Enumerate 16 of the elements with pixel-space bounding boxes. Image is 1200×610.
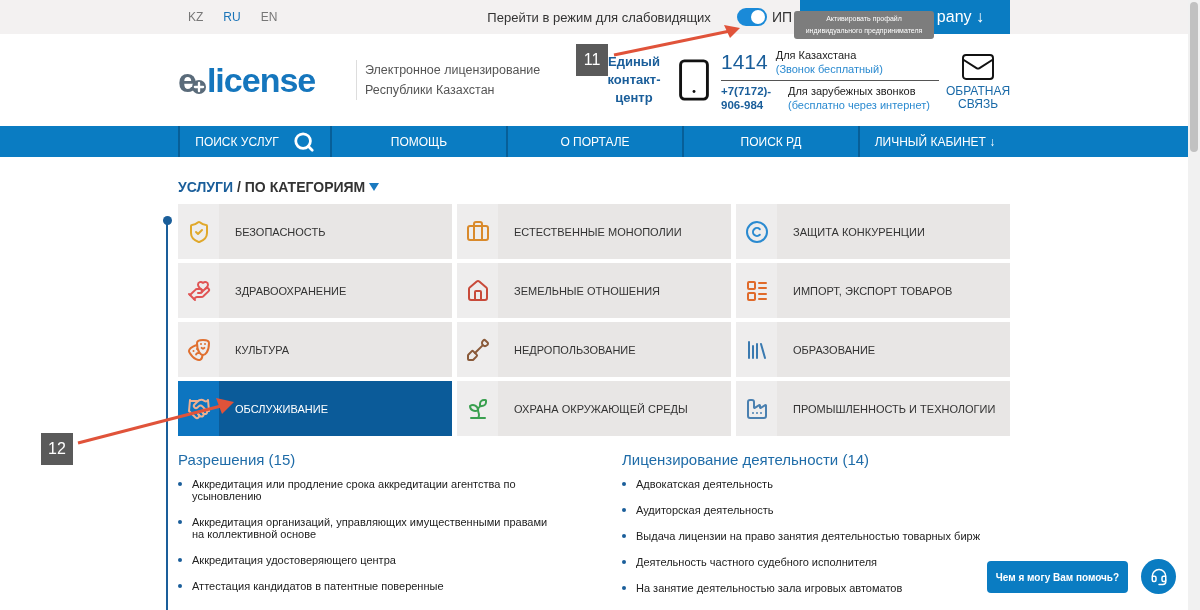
list-title: Лицензирование деятельности (14) (622, 451, 871, 468)
section-subtitle: / ПО КАТЕГОРИЯМ (237, 179, 366, 195)
phone-note: (Звонок бесплатный) (775, 62, 883, 76)
annotation-badge: 11 (576, 44, 608, 76)
toggle-label: ИП (771, 9, 792, 25)
list-title: Разрешения (15) (178, 451, 297, 468)
phone-label: Для зарубежных звонков (788, 84, 917, 98)
section-title: УСЛУГИ (178, 179, 233, 195)
tagline: Электронное лицензирование Республики Казахстан (356, 60, 561, 100)
phone-label: Для Казахстана (775, 48, 858, 62)
phone-number: +7(7172)-906-984 (721, 84, 773, 112)
phone-note: (бесплатно через интернет) (788, 98, 930, 112)
contact-center-label: Единый контакт-центр (606, 53, 662, 107)
annotation-badge: 12 (41, 433, 73, 465)
phone-number: 1414 (721, 50, 768, 74)
logo-text: license (206, 60, 316, 100)
